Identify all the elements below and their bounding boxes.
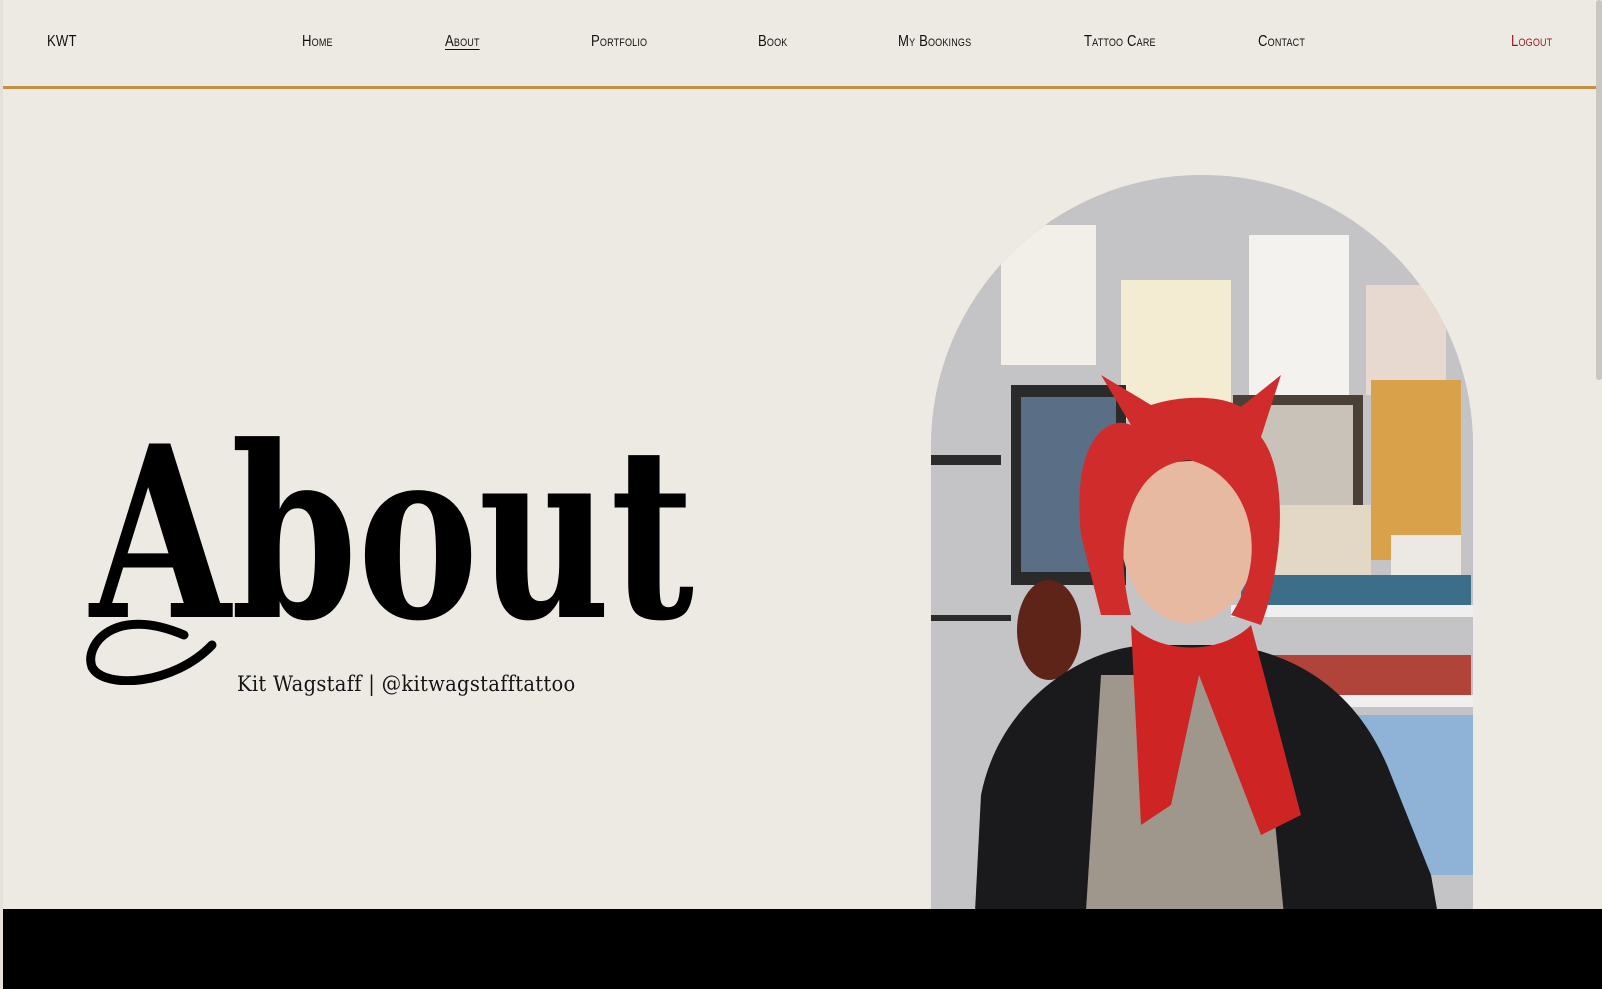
nav-portfolio[interactable]: Portfolio <box>591 33 647 51</box>
nav-tattoo-care[interactable]: Tattoo Care <box>1084 33 1156 51</box>
brand-logo[interactable]: KWT <box>47 33 77 51</box>
artist-photo <box>931 175 1473 989</box>
nav-book[interactable]: Book <box>758 33 787 51</box>
page-scrollbar[interactable] <box>1596 0 1602 380</box>
nav-about[interactable]: About <box>445 33 480 51</box>
nav-contact[interactable]: Contact <box>1258 33 1305 51</box>
page-left-edge <box>0 0 3 989</box>
artist-subtitle: Kit Wagstaff | @kitwagstafftattoo <box>237 672 576 696</box>
logout-link[interactable]: Logout <box>1511 33 1552 51</box>
blackletter-title: About <box>86 405 694 685</box>
top-navbar: KWT Home About Portfolio Book My Booking… <box>3 0 1602 89</box>
footer-band <box>3 909 1602 989</box>
page-title: About <box>84 405 709 685</box>
nav-my-bookings[interactable]: My Bookings <box>898 33 971 51</box>
nav-home[interactable]: Home <box>302 33 333 51</box>
